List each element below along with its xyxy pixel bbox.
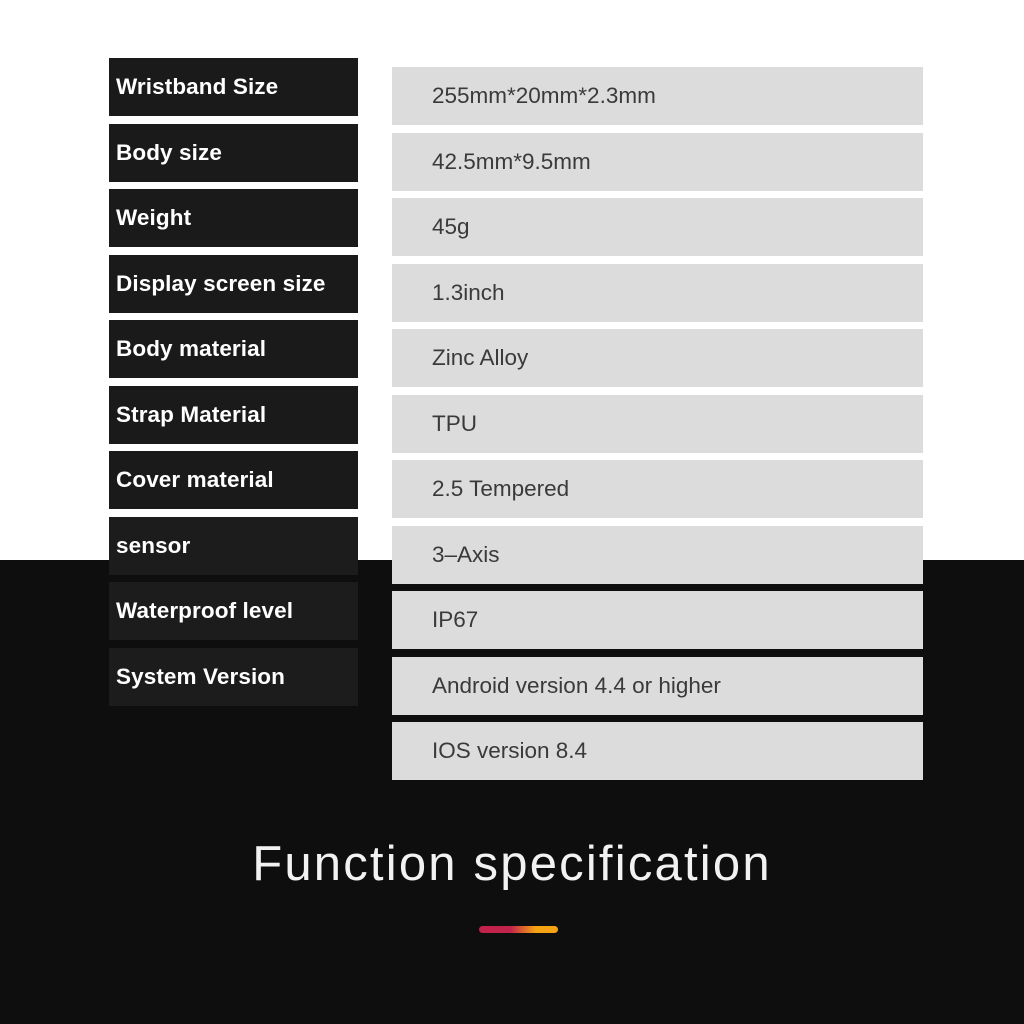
spec-value: 45g [392,198,923,256]
spec-sheet-page: Wristband Size 255mm*20mm*2.3mm Body size 4… [0,0,1024,1024]
table-row: sensor 3–Axis [0,516,1024,584]
spec-value: IOS version 8.4 [392,722,923,780]
spec-value: 42.5mm*9.5mm [392,132,923,191]
spec-label: Wristband Size [109,58,358,116]
spec-label: System Version [109,647,358,706]
spec-label: Body size [109,123,358,182]
spec-label: sensor [109,516,358,575]
table-row: Display screen size 1.3inch [0,254,1024,322]
spec-label: Cover material [109,451,358,509]
table-row: Strap Material TPU [0,385,1024,453]
spec-label: Waterproof level [109,582,358,640]
spec-label: Display screen size [109,254,358,313]
spec-value: 1.3inch [392,263,923,322]
spec-value: IP67 [392,591,923,649]
spec-value: 255mm*20mm*2.3mm [392,67,923,125]
specification-table: Wristband Size 255mm*20mm*2.3mm Body size 4… [0,0,1024,800]
table-row: Cover material 2.5 Tempered [0,451,1024,518]
footer-heading: Function specification [252,837,772,891]
table-row: Waterproof level IP67 [0,582,1024,649]
accent-gradient-bar [479,926,558,933]
spec-label: Weight [109,189,358,247]
spec-label: Body material [109,320,358,378]
table-row: Wristband Size 255mm*20mm*2.3mm [0,58,1024,125]
table-row: System Version Android version 4.4 or hig… [0,647,1024,715]
spec-value: 3–Axis [392,525,923,584]
spec-value: TPU [392,394,923,453]
spec-value: Zinc Alloy [392,329,923,387]
spec-label: Strap Material [109,385,358,444]
spec-value: 2.5 Tempered [392,460,923,518]
spec-value: Android version 4.4 or higher [392,656,923,715]
table-row: Weight 45g [0,189,1024,256]
table-row: IOS version 8.4 [0,713,1024,780]
table-row: Body material Zinc Alloy [0,320,1024,387]
table-row: Body size 42.5mm*9.5mm [0,123,1024,191]
